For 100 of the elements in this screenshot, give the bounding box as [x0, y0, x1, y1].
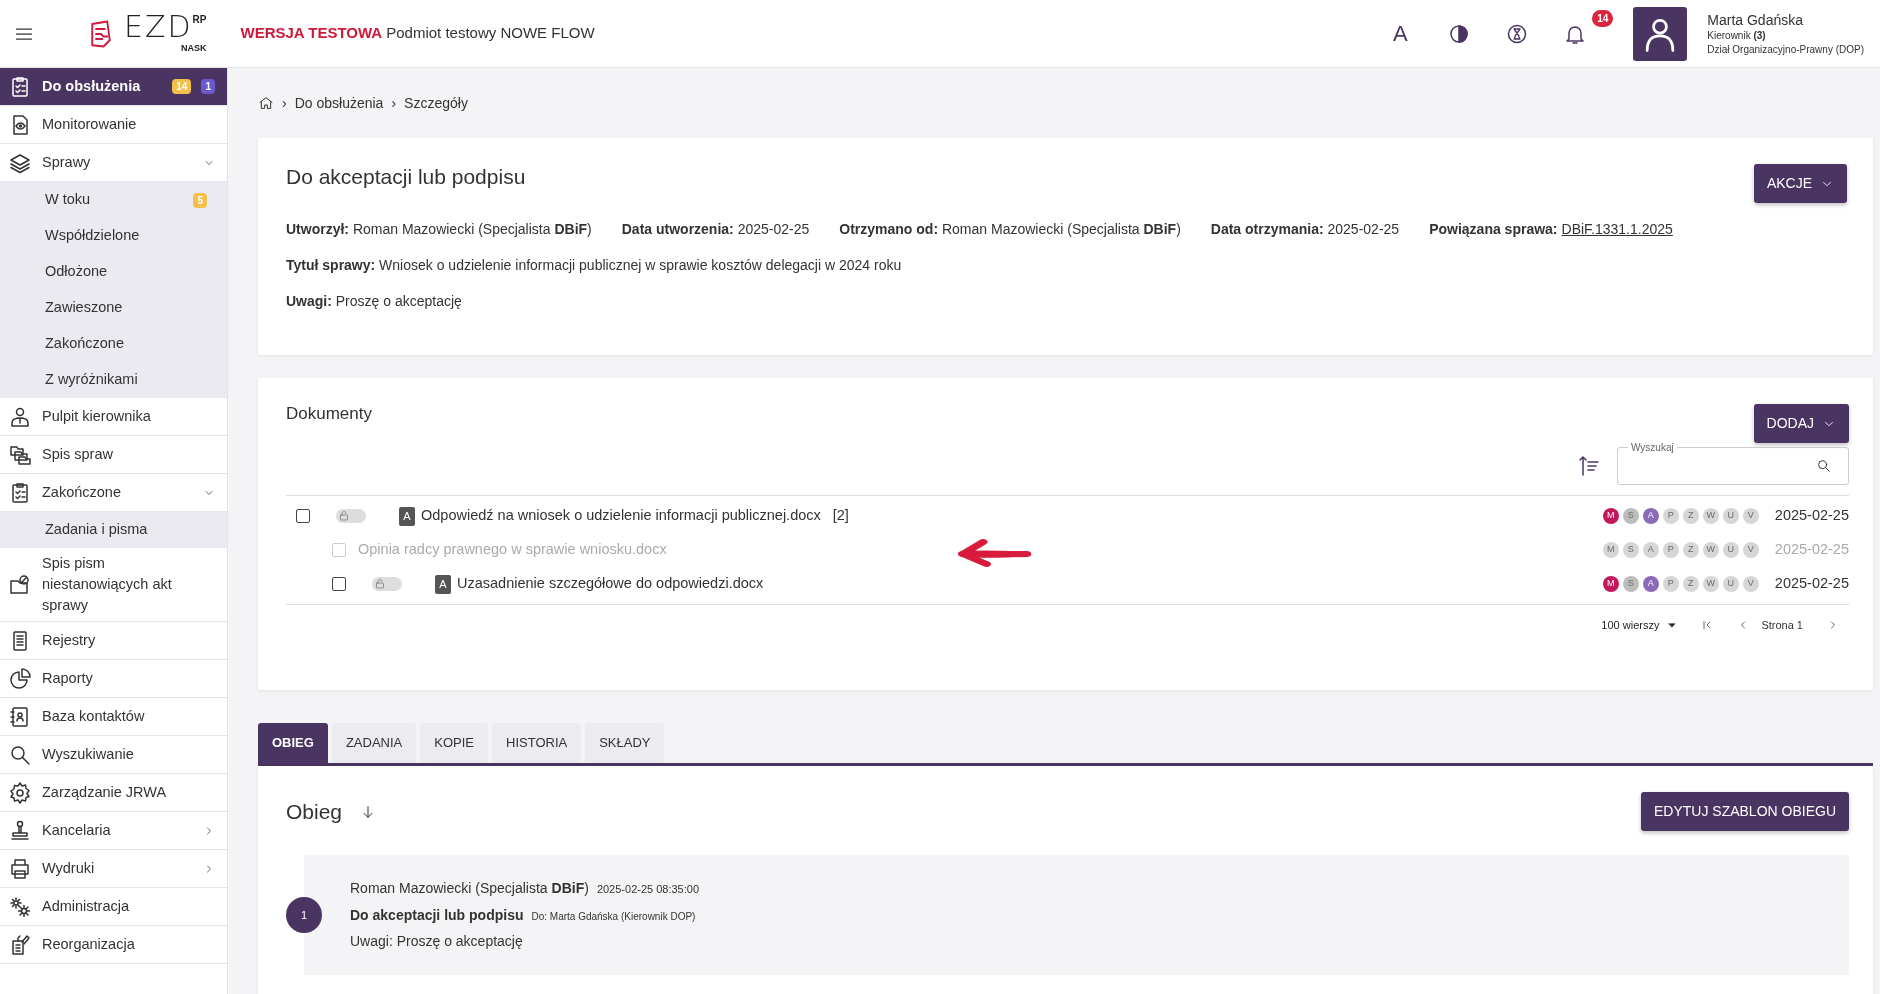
detail-field: Otrzymano od: Roman Mazowiecki (Specjalista DBiF): [839, 218, 1181, 240]
status-dot: A: [1642, 542, 1659, 558]
tab[interactable]: KOPIE: [420, 723, 488, 763]
logo-subtitle: NASK: [181, 41, 207, 55]
sort-icon[interactable]: [1577, 454, 1601, 478]
status-dot: S: [1622, 508, 1639, 524]
logo-text: EZD: [124, 11, 193, 42]
sidebar-subitem[interactable]: Z wyróżnikami: [0, 362, 227, 398]
status-dot: S: [1622, 542, 1639, 558]
sidebar-subitem[interactable]: Zawieszone: [0, 290, 227, 326]
status-dot: U: [1722, 508, 1739, 524]
user-name: Marta Gdańska: [1707, 10, 1804, 30]
status-dot: W: [1702, 508, 1719, 524]
pie-chart-icon: [8, 666, 32, 691]
actions-button[interactable]: AKCJE: [1753, 164, 1847, 203]
search-icon[interactable]: [1816, 458, 1832, 474]
status-dot: Z: [1682, 576, 1699, 592]
font-size-button[interactable]: A: [1387, 17, 1414, 50]
action-title: Do akceptacji lub podpisu: [350, 905, 524, 925]
status-dot: Z: [1682, 542, 1699, 558]
breadcrumb-item: Szczegóły: [404, 93, 468, 113]
detail-field: Uwagi: Proszę o akceptację: [286, 290, 462, 312]
status-dot: M: [1602, 542, 1619, 558]
field-label: Wyszukaj: [1628, 440, 1677, 455]
rows-per-page-dropdown[interactable]: 100 wierszy: [1601, 617, 1678, 634]
status-dot: A: [1642, 508, 1659, 524]
details-title: Do akceptacji lub podpisu: [286, 164, 526, 190]
page-indicator: Strona 1: [1761, 618, 1803, 633]
organization-name: Podmiot testowy NOWE FLOW: [386, 23, 595, 44]
user-role: Kierownik (3): [1707, 29, 1767, 43]
status-dot: M: [1602, 508, 1619, 524]
sidebar-subitem[interactable]: Odłożone: [0, 254, 227, 290]
date-text: 2025-02-25: [1774, 540, 1849, 560]
date-text: 2025-02-25: [1774, 506, 1849, 526]
timestamp: 2025-02-25 08:35:00: [596, 882, 700, 897]
caret-down-icon: [1667, 620, 1678, 631]
sidebar-item[interactable]: Do obsłużenia 14 1: [0, 68, 227, 106]
document-link[interactable]: Uzasadnienie szczegółowe do odpowiedzi.docx: [457, 573, 764, 595]
document-link[interactable]: Odpowiedź na wniosek o udzielenie informacji publicznej.docx: [421, 505, 821, 527]
detail-label: Powiązana sprawa:: [1429, 219, 1558, 239]
documents-title: Dokumenty: [286, 404, 372, 425]
home-icon[interactable]: [258, 95, 274, 111]
user-department: Dział Organizacyjno-Prawny (DOP): [1707, 42, 1864, 57]
sidebar-subitem[interactable]: W toku 5: [0, 182, 227, 218]
status-dot: V: [1742, 542, 1759, 558]
detail-field: Utworzył: Roman Mazowiecki (Specjalista DBiF): [286, 218, 592, 240]
tab[interactable]: OBIEG: [258, 723, 328, 763]
tab[interactable]: ZADANIA: [331, 723, 417, 763]
status-dot: A: [1642, 576, 1659, 592]
recipient-text: Do: Marta Gdańska (Kierownik DOP): [531, 909, 696, 924]
document-type-badge: A: [399, 506, 415, 526]
case-link[interactable]: DBiF.1331.1.2025: [1561, 218, 1673, 240]
sidebar-subitem[interactable]: Zakończone: [0, 326, 227, 362]
sidebar-subitem[interactable]: Współdzielone: [0, 218, 227, 254]
document-row[interactable]: A Uzasadnienie szczegółowe do odpowiedzi.docx M S A P Z W U V 2025-02-25: [286, 567, 1849, 601]
add-button[interactable]: DODAJ: [1753, 404, 1849, 443]
avatar[interactable]: [1633, 6, 1688, 61]
lock-toggle[interactable]: [372, 577, 402, 591]
status-dot: P: [1662, 542, 1679, 558]
row-checkbox[interactable]: [332, 577, 346, 591]
row-checkbox[interactable]: [296, 509, 310, 523]
count-badge: 1: [201, 79, 215, 94]
notification-count: 14: [1592, 9, 1614, 27]
edit-template-button[interactable]: EDYTUJ SZABLON OBIEGU: [1640, 792, 1849, 831]
tab[interactable]: HISTORIA: [492, 723, 582, 763]
lock-toggle[interactable]: [336, 509, 366, 523]
status-dot: M: [1602, 576, 1619, 592]
breadcrumb-separator: ›: [282, 93, 287, 113]
gear-icon: [8, 780, 32, 805]
status-dot: U: [1722, 576, 1739, 592]
status-dot: W: [1702, 576, 1719, 592]
flow-title: Obieg: [286, 798, 343, 825]
sidebar-subitem[interactable]: Zadania i pisma: [0, 512, 227, 548]
detail-field: Data utworzenia: 2025-02-25: [621, 218, 810, 240]
note-text: Uwagi: Proszę o akceptację: [350, 932, 524, 952]
status-dot: V: [1742, 508, 1759, 524]
gears-icon: [8, 894, 32, 919]
document-row[interactable]: A Odpowiedź na wniosek o udzielenie informacji publicznej.docx [2] M S A P Z W U V 2025-02-25: [286, 499, 1849, 533]
status-dot: W: [1702, 542, 1719, 558]
count-badge: 5: [193, 192, 207, 208]
tab[interactable]: SKŁADY: [585, 723, 665, 763]
breadcrumb-separator: ›: [391, 93, 397, 113]
status-dot: V: [1742, 576, 1759, 592]
environment-label: WERSJA TESTOWA: [240, 23, 383, 44]
status-dot: P: [1662, 576, 1679, 592]
detail-field: Tytuł sprawy: Wniosek o udzielenie informacji publicznej w sprawie kosztów delegacji w 2024 roku: [286, 254, 902, 276]
step-number: 1: [286, 896, 322, 933]
breadcrumb-item[interactable]: Do obsłużenia: [294, 92, 384, 114]
logo-superscript: RP: [192, 12, 207, 27]
document-type-badge: A: [435, 574, 451, 594]
status-dot: U: [1722, 542, 1739, 558]
status-dot: P: [1662, 508, 1679, 524]
count-badge: 14: [172, 79, 192, 94]
detail-field: Data otrzymania: 2025-02-25: [1210, 218, 1400, 240]
printer-icon: [8, 856, 32, 881]
folder-prohibited-icon: [8, 572, 32, 597]
date-text: 2025-02-25: [1774, 574, 1849, 594]
author-text: Roman Mazowiecki (Specjalista DBiF): [350, 879, 589, 898]
stamp-icon: [8, 818, 32, 843]
status-dot: Z: [1682, 508, 1699, 524]
